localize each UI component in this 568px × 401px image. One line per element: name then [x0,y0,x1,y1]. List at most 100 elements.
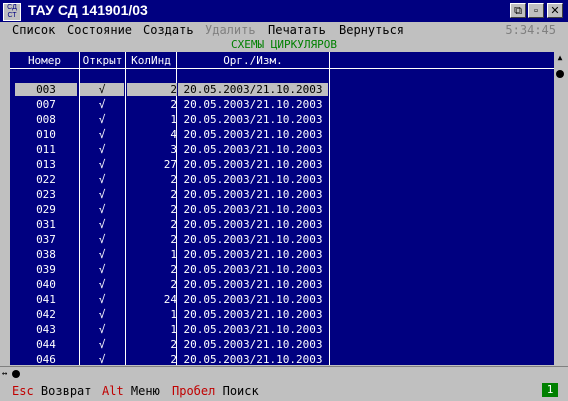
table-row[interactable]: 011 √ 3 20.05.2003/21.10.2003 [10,143,558,156]
table-row[interactable]: 003 √ 2 20.05.2003/21.10.2003 [10,83,558,96]
row-count: 2 [170,173,177,186]
menu-create[interactable]: Создать [143,23,194,37]
table-row[interactable]: 039 √ 2 20.05.2003/21.10.2003 [10,263,558,276]
row-open-mark: √ [98,293,106,306]
row-number: 046 [36,353,56,366]
row-open-mark: √ [98,203,106,216]
hint-esc[interactable]: Esc Возврат [12,384,92,398]
column-header-number[interactable]: Номер [10,54,79,68]
row-number: 041 [36,293,56,306]
menu-print[interactable]: Печатать [268,23,326,37]
row-dates: 20.05.2003/21.10.2003 [178,83,328,96]
vertical-scrollbar[interactable]: ▲ [554,52,566,365]
row-dates: 20.05.2003/21.10.2003 [183,293,323,306]
row-number: 038 [36,248,56,261]
row-dates: 20.05.2003/21.10.2003 [183,308,323,321]
table-row[interactable]: 046 √ 2 20.05.2003/21.10.2003 [10,353,558,366]
row-dates: 20.05.2003/21.10.2003 [183,128,323,141]
row-dates: 20.05.2003/21.10.2003 [183,173,323,186]
row-number: 044 [36,338,56,351]
hint-key: Пробел [172,384,216,398]
row-open-mark: √ [98,263,106,276]
scroll-left-right-icon[interactable]: ↔ [2,367,7,381]
row-number: 029 [36,203,56,216]
minimize-icon[interactable]: ▫ [528,3,544,18]
scroll-up-icon[interactable]: ▲ [555,53,565,63]
row-count: 1 [170,308,177,321]
row-open-mark: √ [98,278,106,291]
row-count: 2 [170,203,177,216]
table-row[interactable]: 041 √ 24 20.05.2003/21.10.2003 [10,293,558,306]
row-dates: 20.05.2003/21.10.2003 [183,218,323,231]
table-row[interactable]: 008 √ 1 20.05.2003/21.10.2003 [10,113,558,126]
row-count: 2 [170,263,177,276]
menu-bar: Список Состояние Создать Удалить Печатат… [0,22,568,38]
app-icon[interactable]: СД СТ [3,3,21,21]
scroll-thumb[interactable] [556,70,564,78]
hint-key: Alt [102,384,124,398]
row-dates: 20.05.2003/21.10.2003 [183,233,323,246]
table-row[interactable]: 040 √ 2 20.05.2003/21.10.2003 [10,278,558,291]
table-row[interactable]: 044 √ 2 20.05.2003/21.10.2003 [10,338,558,351]
row-count: 3 [170,143,177,156]
row-open-mark: √ [98,128,106,141]
row-dates: 20.05.2003/21.10.2003 [183,353,323,366]
row-number: 037 [36,233,56,246]
row-dates: 20.05.2003/21.10.2003 [183,203,323,216]
page-indicator: 1 [542,383,558,397]
row-number: 010 [36,128,56,141]
row-number: 007 [36,98,56,111]
row-dates: 20.05.2003/21.10.2003 [183,338,323,351]
screen-title: СХЕМЫ ЦИРКУЛЯРОВ [0,38,568,52]
header-divider [10,68,558,69]
close-icon[interactable]: ✕ [547,3,563,18]
row-number: 013 [36,158,56,171]
menu-return[interactable]: Вернуться [339,23,404,37]
table-row[interactable]: 038 √ 1 20.05.2003/21.10.2003 [10,248,558,261]
hint-alt[interactable]: Alt Меню [102,384,160,398]
row-count: 2 [170,98,177,111]
horizontal-scroll-thumb[interactable] [12,370,20,378]
horizontal-scrollbar[interactable]: ↔ [0,366,568,381]
row-number: 023 [36,188,56,201]
row-dates: 20.05.2003/21.10.2003 [183,323,323,336]
table-row[interactable]: 031 √ 2 20.05.2003/21.10.2003 [10,218,558,231]
table-row[interactable]: 042 √ 1 20.05.2003/21.10.2003 [10,308,558,321]
clock: 5:34:45 [505,23,556,37]
hint-space[interactable]: Пробел Поиск [172,384,259,398]
row-dates: 20.05.2003/21.10.2003 [183,188,323,201]
row-count: 2 [127,83,177,96]
row-open-mark: √ [80,83,124,96]
row-count: 2 [170,233,177,246]
table-row[interactable]: 010 √ 4 20.05.2003/21.10.2003 [10,128,558,141]
row-number: 039 [36,263,56,276]
column-header-open[interactable]: Открыт [80,54,125,68]
table-row[interactable]: 023 √ 2 20.05.2003/21.10.2003 [10,188,558,201]
table-row[interactable]: 013 √ 27 20.05.2003/21.10.2003 [10,158,558,171]
row-open-mark: √ [98,98,106,111]
table-row[interactable]: 007 √ 2 20.05.2003/21.10.2003 [10,98,558,111]
restore-icon[interactable]: ⧉ [510,3,526,18]
row-number: 008 [36,113,56,126]
row-dates: 20.05.2003/21.10.2003 [183,113,323,126]
row-dates: 20.05.2003/21.10.2003 [183,248,323,261]
row-open-mark: √ [98,143,106,156]
menu-state[interactable]: Состояние [67,23,132,37]
table-row[interactable]: 022 √ 2 20.05.2003/21.10.2003 [10,173,558,186]
row-count: 2 [170,278,177,291]
table-row[interactable]: 043 √ 1 20.05.2003/21.10.2003 [10,323,558,336]
table-row[interactable]: 037 √ 2 20.05.2003/21.10.2003 [10,233,558,246]
menu-list[interactable]: Список [12,23,55,37]
row-number: 042 [36,308,56,321]
row-count: 2 [170,188,177,201]
table-row[interactable]: 029 √ 2 20.05.2003/21.10.2003 [10,203,558,216]
row-open-mark: √ [98,353,106,366]
row-open-mark: √ [98,233,106,246]
row-open-mark: √ [98,218,106,231]
row-open-mark: √ [98,308,106,321]
column-header-count[interactable]: КолИнд [126,54,176,68]
column-header-dates[interactable]: Орг./Изм. [177,54,329,68]
row-number: 011 [36,143,56,156]
row-count: 1 [170,113,177,126]
title-bar: СД СТ ТАУ СД 141901/03 ⧉ ▫ ✕ [0,0,568,22]
